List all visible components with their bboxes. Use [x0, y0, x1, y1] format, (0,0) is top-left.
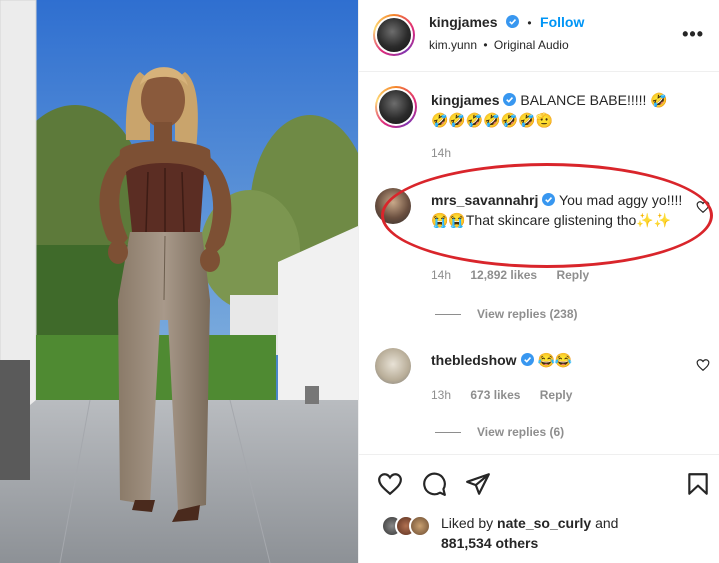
liker-avatar [409, 515, 431, 537]
liked-user[interactable]: nate_so_curly [497, 515, 591, 531]
comment-username[interactable]: kingjames [431, 92, 499, 108]
replies-line [435, 314, 461, 316]
audio-separator: • [483, 38, 488, 52]
comment-avatar[interactable] [375, 86, 417, 128]
view-replies-button[interactable]: View replies (6) [435, 425, 564, 439]
comment-avatar[interactable] [375, 188, 411, 224]
view-replies-label[interactable]: View replies (238) [477, 307, 578, 321]
comment-meta: 13h 673 likes Reply [431, 388, 588, 402]
comment-meta: 14h 12,892 likes Reply [431, 268, 605, 282]
verified-icon [520, 353, 534, 366]
save-bookmark-icon[interactable] [685, 471, 711, 497]
like-heart-icon[interactable] [377, 471, 403, 497]
liked-by-text: Liked by nate_so_curly and 881,534 other… [441, 513, 681, 553]
avatar[interactable] [373, 14, 415, 56]
comment-mrs-savannahrj: mrs_savannahrj You mad aggy yo!!!! 😭😭Tha… [375, 188, 710, 288]
post-image [0, 0, 358, 563]
post-photo[interactable] [0, 0, 358, 563]
like-comment-heart-icon[interactable] [696, 200, 710, 214]
replies-line [435, 432, 461, 434]
comment-meta: 14h [431, 146, 467, 160]
comment-time: 14h [431, 146, 452, 160]
reply-button[interactable]: Reply [540, 388, 573, 402]
comment-likes[interactable]: 673 likes [470, 388, 520, 402]
comment-icon[interactable] [421, 471, 447, 497]
comment-username[interactable]: mrs_savannahrj [431, 192, 538, 208]
liked-avatars[interactable] [381, 515, 437, 537]
post-header: kingjames • Follow kim.yunn • Original A… [359, 0, 719, 72]
view-replies-label[interactable]: View replies (6) [477, 425, 564, 439]
actions-bar: Liked by nate_so_curly and 881,534 other… [359, 454, 719, 563]
comment-avatar[interactable] [375, 348, 411, 384]
verified-icon [503, 93, 517, 106]
verified-icon [505, 15, 519, 28]
separator-dot: • [527, 16, 532, 30]
audio-label[interactable]: Original Audio [494, 38, 569, 52]
reply-button[interactable]: Reply [556, 268, 589, 282]
verified-icon [542, 193, 556, 206]
comment-time: 13h [431, 388, 452, 402]
post-username[interactable]: kingjames [429, 14, 497, 30]
comment-text: 😂😂 [537, 352, 573, 368]
audio-user[interactable]: kim.yunn [429, 38, 477, 52]
comment-likes[interactable]: 12,892 likes [470, 268, 537, 282]
comment-thebledshow: thebledshow 😂😂 13h 673 likes Reply [375, 348, 710, 408]
more-options-icon[interactable]: ••• [682, 24, 704, 45]
follow-button[interactable]: Follow [540, 14, 584, 30]
view-replies-button[interactable]: View replies (238) [435, 307, 578, 321]
comment-time: 14h [431, 268, 452, 282]
comment-kingjames: kingjames BALANCE BABE!!!!! 🤣🤣🤣🤣🤣🤣🤣🫡 14h [375, 86, 710, 166]
like-comment-heart-icon[interactable] [696, 358, 710, 372]
comment-username[interactable]: thebledshow [431, 352, 517, 368]
comments-panel: kingjames • Follow kim.yunn • Original A… [358, 0, 719, 563]
liked-count[interactable]: 881,534 others [441, 535, 538, 551]
share-icon[interactable] [465, 471, 491, 497]
liked-mid: and [591, 515, 619, 531]
liked-prefix: Liked by [441, 515, 498, 531]
